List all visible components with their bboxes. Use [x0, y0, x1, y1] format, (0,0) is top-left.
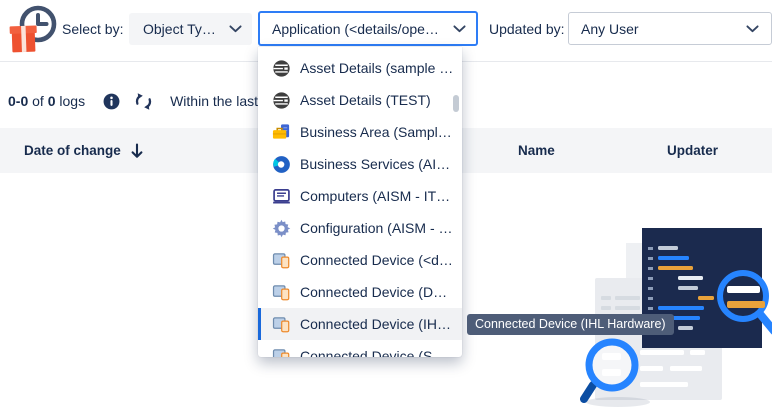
configuration-icon [272, 219, 291, 238]
dropdown-item[interactable]: Connected Device (S… [258, 340, 462, 357]
dropdown-item[interactable]: Asset Details (sample … [258, 52, 462, 84]
connected-device-icon [272, 283, 291, 302]
chevron-down-icon [229, 25, 242, 33]
log-toolbar: 0-0 of 0 logs Within the last [8, 90, 258, 112]
object-type-dropdown-menu: Asset Details (sample … Asset Details (T… [258, 47, 462, 357]
dropdown-item[interactable]: Business Services (AIS… [258, 148, 462, 180]
column-header-date-of-change[interactable]: Date of change [24, 128, 144, 173]
object-history-clock-package-icon [8, 3, 60, 64]
select-by-label: Select by: [62, 21, 123, 37]
dropdown-item-highlighted[interactable]: Connected Device (IHL… [258, 308, 462, 340]
object-type-dropdown[interactable]: Application (<details/ope… [258, 11, 478, 46]
user-dropdown-value: Any User [581, 21, 639, 37]
dropdown-item[interactable]: Computers (AISM - ITS… [258, 180, 462, 212]
chevron-down-icon [746, 25, 759, 33]
computers-icon [272, 187, 291, 206]
dropdown-scrollbar-thumb[interactable] [453, 95, 459, 112]
dropdown-item[interactable]: Business Area (Sampl… [258, 116, 462, 148]
dropdown-item[interactable]: Connected Device (<d… [258, 244, 462, 276]
column-header-updater[interactable]: Updater [667, 128, 718, 173]
within-last-label: Within the last [170, 93, 258, 109]
connected-device-icon [272, 251, 291, 270]
refresh-icon[interactable] [133, 91, 154, 112]
connected-device-icon [272, 315, 291, 334]
dropdown-item[interactable]: Configuration (AISM - I… [258, 212, 462, 244]
dropdown-item[interactable]: Asset Details (TEST) [258, 84, 462, 116]
updated-by-label: Updated by: [489, 21, 565, 37]
chevron-down-icon [453, 25, 466, 33]
tooltip: Connected Device (IHL Hardware) [467, 314, 674, 335]
info-icon[interactable] [103, 93, 120, 110]
business-services-icon [272, 155, 291, 174]
asset-details-icon [272, 59, 291, 78]
dropdown-item[interactable]: Connected Device (DE… [258, 276, 462, 308]
user-dropdown[interactable]: Any User [568, 12, 772, 45]
arrow-down-icon [130, 143, 144, 159]
column-header-name[interactable]: Name [518, 128, 555, 173]
connected-device-icon [272, 347, 291, 358]
mode-dropdown[interactable]: Object Types [129, 13, 252, 45]
object-type-dropdown-value: Application (<details/ope… [272, 21, 439, 37]
object-history-panel: Select by: Object Types Application (<de… [0, 0, 772, 411]
asset-details-icon [272, 91, 291, 110]
mode-dropdown-value: Object Types [143, 21, 221, 37]
business-area-icon [272, 123, 291, 142]
pagination-summary: 0-0 of 0 logs [8, 93, 85, 109]
